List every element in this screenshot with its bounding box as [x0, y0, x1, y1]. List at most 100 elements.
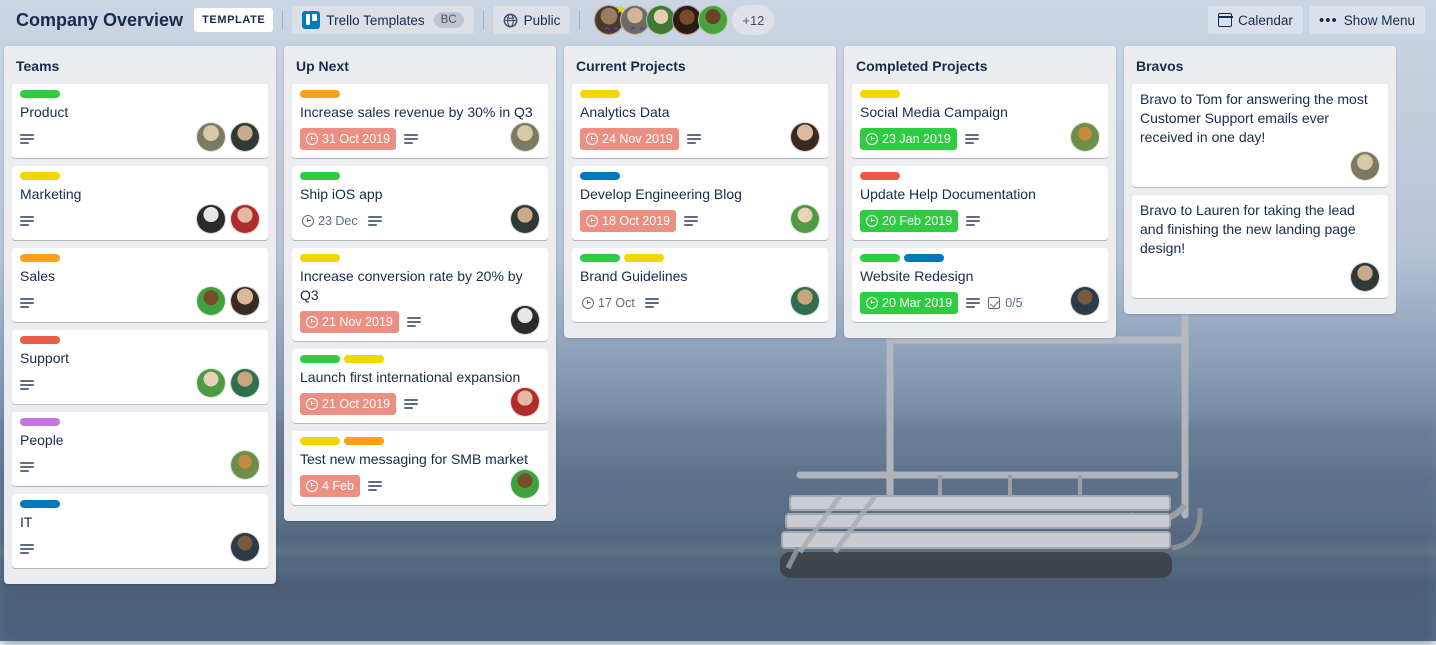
- card-label-green[interactable]: [860, 254, 900, 262]
- page-title[interactable]: Company Overview: [8, 10, 191, 31]
- card[interactable]: Website Redesign20 Mar 20190/5: [852, 248, 1108, 322]
- card[interactable]: Analytics Data24 Nov 2019: [572, 84, 828, 158]
- card[interactable]: Increase sales revenue by 30% in Q331 Oc…: [292, 84, 548, 158]
- avatar[interactable]: [1070, 204, 1100, 234]
- avatar[interactable]: [230, 204, 260, 234]
- card-label-blue[interactable]: [20, 500, 60, 508]
- due-date-text: 20 Feb 2019: [882, 214, 952, 228]
- card[interactable]: Bravo to Tom for answering the most Cust…: [1132, 84, 1388, 187]
- card-label-red[interactable]: [860, 172, 900, 180]
- due-date-badge[interactable]: 24 Nov 2019: [580, 128, 679, 150]
- card-label-yellow[interactable]: [580, 90, 620, 98]
- card-label-purple[interactable]: [20, 418, 60, 426]
- avatar[interactable]: [698, 5, 728, 35]
- card[interactable]: Marketing: [12, 166, 268, 240]
- avatar[interactable]: [196, 532, 226, 562]
- card-label-green[interactable]: [300, 172, 340, 180]
- members-overflow-button[interactable]: +12: [732, 5, 774, 35]
- due-date-text: 17 Oct: [598, 296, 635, 310]
- avatar[interactable]: [1350, 262, 1380, 292]
- card[interactable]: Bravo to Lauren for taking the lead and …: [1132, 195, 1388, 298]
- avatar[interactable]: [510, 387, 540, 417]
- avatar[interactable]: [510, 122, 540, 152]
- show-menu-button[interactable]: ••• Show Menu: [1309, 6, 1425, 34]
- card-label-green[interactable]: [300, 355, 340, 363]
- list-title[interactable]: Completed Projects: [852, 52, 1108, 84]
- avatar[interactable]: [230, 122, 260, 152]
- due-date-badge[interactable]: 17 Oct: [580, 292, 637, 314]
- avatar[interactable]: [196, 122, 226, 152]
- card-label-blue[interactable]: [580, 172, 620, 180]
- due-date-badge[interactable]: 18 Oct 2019: [580, 210, 676, 232]
- card[interactable]: Ship iOS app23 Dec: [292, 166, 548, 240]
- card-title: Increase conversion rate by 20% by Q3: [300, 267, 540, 305]
- avatar[interactable]: [790, 122, 820, 152]
- visibility-button[interactable]: Public: [493, 6, 571, 34]
- card-label-blue[interactable]: [904, 254, 944, 262]
- card-label-yellow[interactable]: [344, 355, 384, 363]
- avatar[interactable]: [510, 469, 540, 499]
- card-label-yellow[interactable]: [300, 437, 340, 445]
- calendar-button[interactable]: Calendar: [1208, 6, 1303, 34]
- avatar[interactable]: [196, 286, 226, 316]
- card[interactable]: Sales: [12, 248, 268, 322]
- due-date-badge[interactable]: 21 Nov 2019: [300, 311, 399, 333]
- card[interactable]: People: [12, 412, 268, 486]
- card[interactable]: Update Help Documentation20 Feb 2019: [852, 166, 1108, 240]
- avatar[interactable]: [1070, 286, 1100, 316]
- avatar[interactable]: [196, 368, 226, 398]
- card[interactable]: Launch first international expansion 21 O…: [292, 349, 548, 423]
- list-title[interactable]: Up Next: [292, 52, 548, 84]
- avatar[interactable]: [230, 368, 260, 398]
- description-icon: [404, 134, 418, 145]
- card-title: Launch first international expansion: [300, 368, 540, 387]
- due-date-badge[interactable]: 31 Oct 2019: [300, 128, 396, 150]
- avatar[interactable]: [790, 286, 820, 316]
- card-label-green[interactable]: [20, 90, 60, 98]
- avatar[interactable]: [230, 286, 260, 316]
- board-list: TeamsProduct Marketing Sales Support People I…: [4, 46, 276, 584]
- card-label-orange[interactable]: [20, 254, 60, 262]
- due-date-badge[interactable]: 20 Feb 2019: [860, 210, 958, 232]
- avatar[interactable]: [196, 204, 226, 234]
- card-title: Social Media Campaign: [860, 103, 1100, 122]
- card[interactable]: Increase conversion rate by 20% by Q3 21 …: [292, 248, 548, 341]
- board-members[interactable]: ★ ⌃⌃ ⌃⌃ +12: [594, 5, 774, 35]
- description-icon: [20, 544, 34, 555]
- card-label-orange[interactable]: [344, 437, 384, 445]
- card[interactable]: Develop Engineering Blog18 Oct 2019: [572, 166, 828, 240]
- card-members: [196, 286, 260, 316]
- due-date-badge[interactable]: 21 Oct 2019: [300, 393, 396, 415]
- card[interactable]: Product: [12, 84, 268, 158]
- card-label-red[interactable]: [20, 336, 60, 344]
- list-title[interactable]: Teams: [12, 52, 268, 84]
- card[interactable]: Test new messaging for SMB market4 Feb: [292, 431, 548, 505]
- due-date-badge[interactable]: 20 Mar 2019: [860, 292, 958, 314]
- card-label-orange[interactable]: [300, 90, 340, 98]
- card-label-green[interactable]: [580, 254, 620, 262]
- card-title: Sales: [20, 267, 260, 286]
- due-date-badge[interactable]: 23 Jan 2019: [860, 128, 957, 150]
- avatar[interactable]: [1350, 151, 1380, 181]
- card[interactable]: Brand Guidelines17 Oct: [572, 248, 828, 322]
- card-label-yellow[interactable]: [300, 254, 340, 262]
- list-title[interactable]: Current Projects: [572, 52, 828, 84]
- avatar[interactable]: [230, 532, 260, 562]
- card[interactable]: Support: [12, 330, 268, 404]
- team-button[interactable]: Trello Templates BC: [292, 6, 473, 34]
- card[interactable]: Social Media Campaign 23 Jan 2019: [852, 84, 1108, 158]
- card-label-yellow[interactable]: [20, 172, 60, 180]
- due-date-badge[interactable]: 23 Dec: [300, 210, 360, 232]
- avatar[interactable]: [230, 450, 260, 480]
- due-date-badge[interactable]: 4 Feb: [300, 475, 360, 497]
- card-label-yellow[interactable]: [624, 254, 664, 262]
- list-title[interactable]: Bravos: [1132, 52, 1388, 84]
- avatar[interactable]: [1070, 122, 1100, 152]
- card-title: People: [20, 431, 260, 450]
- calendar-icon: [1218, 13, 1232, 27]
- card-label-yellow[interactable]: [860, 90, 900, 98]
- avatar[interactable]: [790, 204, 820, 234]
- avatar[interactable]: [510, 305, 540, 335]
- card[interactable]: IT: [12, 494, 268, 568]
- avatar[interactable]: [510, 204, 540, 234]
